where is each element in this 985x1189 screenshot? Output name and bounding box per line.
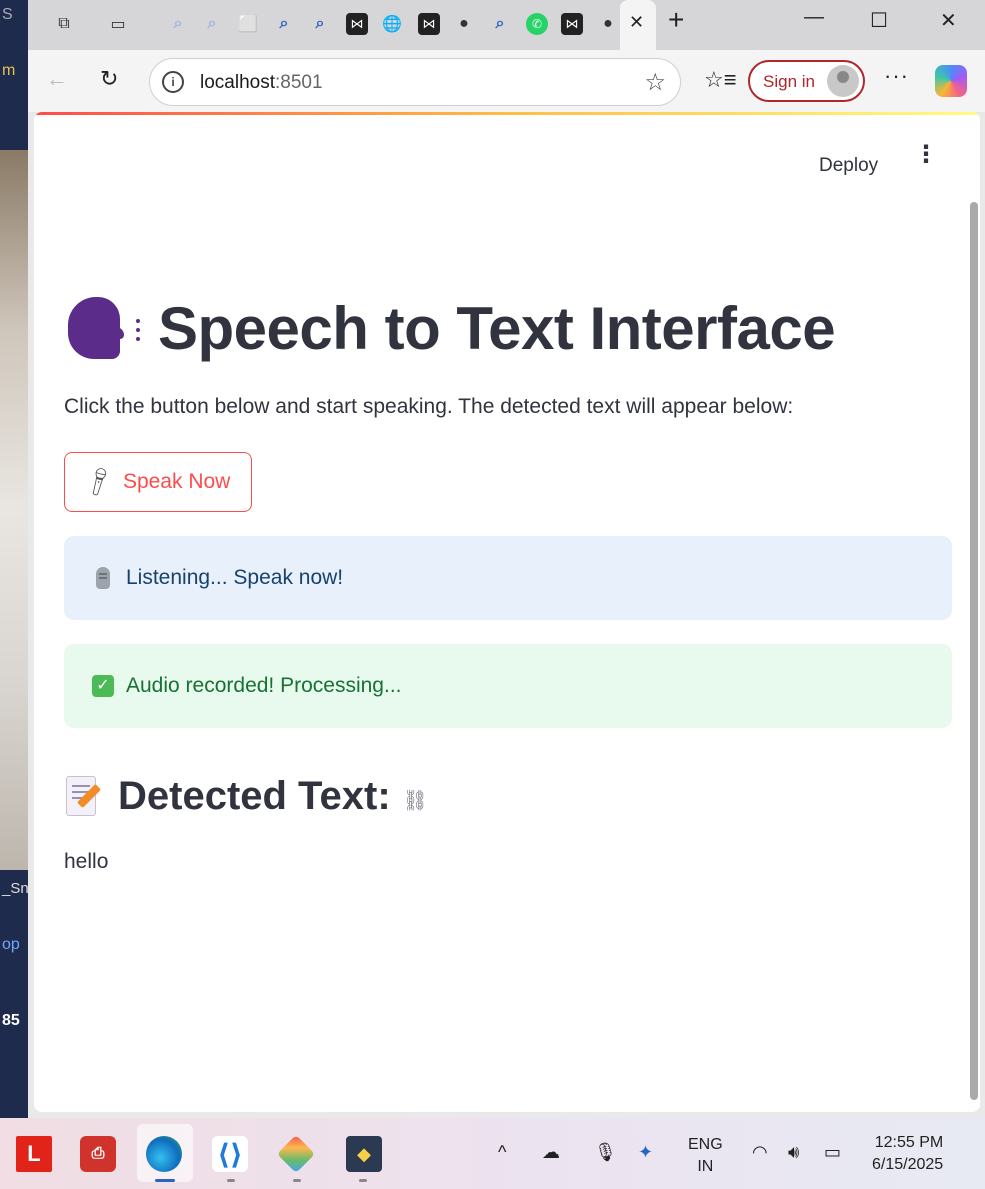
search-icon[interactable]: ⌕ (270, 10, 298, 38)
wifi-icon[interactable]: ◠ (752, 1142, 768, 1163)
info-icon[interactable]: i (162, 71, 184, 93)
background-fragment: S (2, 6, 13, 23)
github-icon[interactable]: ● (594, 10, 622, 38)
background-photo (0, 150, 30, 870)
close-tab-icon[interactable]: ✕ (629, 12, 644, 33)
cube-icon[interactable]: ⬜ (234, 10, 262, 38)
speaking-head-icon (64, 293, 146, 363)
maximize-icon[interactable]: ☐ (870, 8, 888, 33)
sparkle-icon[interactable]: ✦ (638, 1142, 653, 1163)
speak-now-label: Speak Now (122, 470, 231, 493)
microphone-icon: 🎤︎ (80, 463, 118, 500)
search-icon[interactable]: ⌕ (306, 10, 334, 38)
git-app-icon[interactable] (276, 1134, 316, 1174)
favorite-star-icon[interactable]: ☆ (644, 68, 666, 97)
studio-microphone-icon (92, 566, 114, 590)
anchor-link-icon[interactable]: ⛓ (403, 788, 428, 813)
url-text[interactable]: localhost:8501 (200, 72, 323, 94)
memo-icon (64, 774, 102, 818)
onedrive-icon[interactable]: ☁ (542, 1142, 560, 1163)
detected-text-heading-row: Detected Text: ⛓ (64, 768, 428, 824)
streamlit-page: Deploy ⋮ Speech to Text Interface Click … (34, 112, 980, 1112)
whatsapp-icon[interactable]: ✆ (526, 13, 548, 35)
speak-now-button[interactable]: 🎤︎ Speak Now (64, 452, 252, 512)
pdf-app-icon[interactable]: ⎙ (80, 1136, 116, 1172)
workspaces-icon[interactable]: ▭ (104, 10, 132, 38)
background-fragment: m (2, 62, 16, 79)
success-alert: ✓ Audio recorded! Processing... (64, 644, 952, 728)
volume-icon[interactable]: 🔊︎ (788, 1142, 799, 1163)
site-icon[interactable]: ⋈ (561, 13, 583, 35)
search-icon[interactable]: ⌕ (486, 10, 514, 38)
active-tab[interactable]: ✕ (620, 0, 656, 50)
site-icon[interactable]: ⋈ (346, 13, 368, 35)
app-running-indicator (227, 1179, 235, 1182)
language-code: ENG (688, 1136, 723, 1153)
check-mark-icon: ✓ (92, 674, 114, 698)
refresh-icon[interactable]: ↻ (100, 66, 118, 92)
clock[interactable]: 12:55 PM 6/15/2025 (872, 1132, 943, 1176)
background-window: S m _Sn op 85 (0, 0, 30, 1118)
more-menu-icon[interactable]: ··· (884, 63, 909, 89)
taskbar: L ⎙ ⟨⟩ ◆ ^ ☁ 🎙︎ ✦ ENG IN ◠ 🔊︎ ▭ 12:55 PM… (0, 1118, 985, 1189)
page-description: Click the button below and start speakin… (64, 395, 794, 418)
tab-actions-icon[interactable]: ⧉ (50, 10, 78, 38)
info-alert: Listening... Speak now! (64, 536, 952, 620)
active-app-indicator (155, 1179, 175, 1182)
app-running-indicator (293, 1179, 301, 1182)
vscode-icon[interactable]: ⟨⟩ (212, 1136, 248, 1172)
avatar (827, 65, 859, 97)
signin-label: Sign in (763, 72, 815, 91)
chevron-up-icon[interactable]: ^ (498, 1142, 506, 1163)
search-icon[interactable]: ⌕ (198, 10, 226, 38)
success-message: Audio recorded! Processing... (126, 674, 402, 697)
browser-window: ⧉ ▭ ⌕ ⌕ ⬜ ⌕ ⌕ ⋈ 🌐 ⋈ ● ⌕ ✆ ⋈ ● ✕ + — ☐ ✕ … (28, 0, 985, 1118)
close-window-icon[interactable]: ✕ (940, 8, 957, 33)
clock-date: 6/15/2025 (872, 1156, 944, 1173)
header-accent-bar (34, 112, 980, 115)
background-fragment: op (2, 936, 20, 953)
tab-strip: ⧉ ▭ ⌕ ⌕ ⬜ ⌕ ⌕ ⋈ 🌐 ⋈ ● ⌕ ✆ ⋈ ● ✕ + — ☐ ✕ (28, 0, 985, 50)
edge-icon[interactable] (146, 1136, 182, 1172)
page-title: Speech to Text Interface (158, 294, 836, 362)
browser-toolbar: ← ↻ i localhost:8501 ☆ ☆≡ Sign in ··· (28, 50, 985, 112)
address-bar[interactable]: i localhost:8501 ☆ (149, 58, 681, 106)
info-message: Listening... Speak now! (126, 566, 344, 589)
detected-text-value: hello (64, 850, 109, 873)
minimize-icon[interactable]: — (804, 6, 824, 29)
microphone-tray-icon[interactable]: 🎙︎ (594, 1142, 617, 1163)
search-icon[interactable]: ⌕ (164, 10, 192, 38)
python-icon[interactable]: ◆ (346, 1136, 382, 1172)
app-running-indicator (359, 1179, 367, 1182)
title-row: Speech to Text Interface (64, 288, 836, 368)
language-region: IN (697, 1158, 714, 1175)
deploy-button[interactable]: Deploy (819, 155, 878, 177)
favorites-icon[interactable]: ☆≡ (704, 67, 737, 93)
detected-text-heading: Detected Text: (118, 773, 391, 818)
globe-icon[interactable]: 🌐 (378, 10, 406, 38)
site-icon[interactable]: ⋈ (418, 13, 440, 35)
language-indicator[interactable]: ENG IN (688, 1134, 723, 1178)
new-tab-icon[interactable]: + (668, 4, 684, 36)
clock-time: 12:55 PM (874, 1134, 944, 1151)
url-port: :8501 (275, 72, 323, 93)
main-menu-icon[interactable]: ⋮ (914, 143, 938, 167)
battery-icon[interactable]: ▭ (824, 1142, 841, 1163)
background-fragment: _Sn (2, 880, 29, 897)
lenovo-icon[interactable]: L (16, 1136, 52, 1172)
background-fragment: 85 (2, 1012, 20, 1029)
url-host: localhost (200, 72, 275, 93)
copilot-icon[interactable] (935, 65, 967, 97)
github-icon[interactable]: ● (450, 10, 478, 38)
scrollbar[interactable] (970, 202, 978, 1100)
signin-button[interactable]: Sign in (748, 60, 865, 102)
back-icon[interactable]: ← (46, 66, 68, 92)
